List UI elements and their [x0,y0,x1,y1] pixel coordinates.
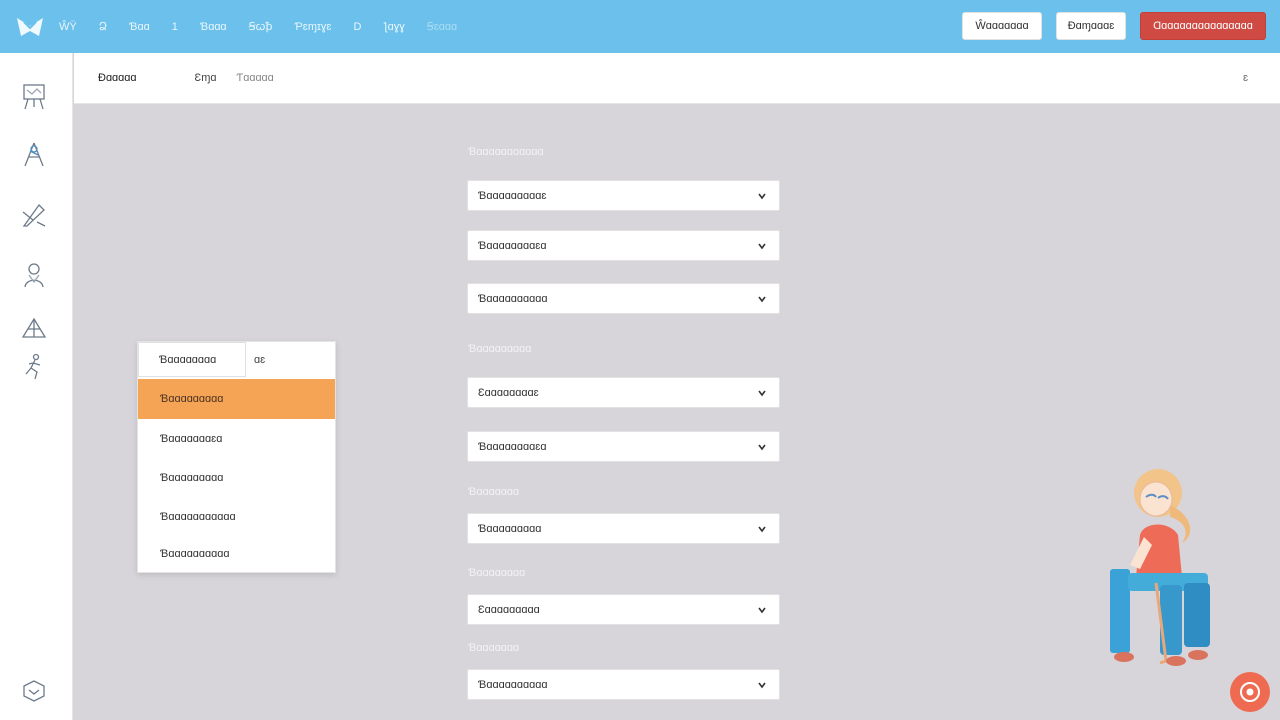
page-title: Ɖɑɑɑɑɑ [98,72,137,84]
top-nav-item[interactable]: Ɓɑɑ [129,21,150,33]
section-label: Ɓɑɑɑɑɑɑɑɑɑɑɑ [468,146,544,158]
pen-tool-icon[interactable] [18,199,50,231]
app-logo-icon[interactable] [15,12,45,42]
select-value: Ɓɑɑɑɑɑɑɑɑɛɑ [478,440,547,453]
secondary-button[interactable]: Ŵɑɑɑɑɑɑɑ [962,12,1042,40]
select-value: Ɓɑɑɑɑɑɑɑɑɛɑ [478,239,547,252]
header-more-icon[interactable]: ɛ [1243,72,1248,84]
top-bar: ŴΫ Ձ Ɓɑɑ 1 Ɓɑɑɑ Ꞩꞷꝥ Ƥɛɱɪɣɛ D ƪɑɣɣ Ꞩɛɑɑɑ … [0,0,1280,53]
top-nav-item[interactable]: Ꞩꞷꝥ [249,19,273,34]
dropdown-popover: Ɓɑɑɑɑɑɑɑɑ ɑɛ Ɓɑɑɑɑɑɑɑɑɑ Ɓɑɑɑɑɑɑɑɛɑ Ɓɑɑɑɑ… [137,341,336,573]
select-field[interactable]: Ɛɑɑɑɑɑɑɑɑɛ [467,377,780,408]
select-field[interactable]: Ɓɑɑɑɑɑɑɑɑɑ [467,513,780,544]
select-field[interactable]: Ɓɑɑɑɑɑɑɑɑɛɑ [467,431,780,462]
dropdown-option[interactable]: Ɓɑɑɑɑɑɑɑɑɑɑɑ [138,497,335,537]
chevron-down-icon [757,678,767,692]
select-field[interactable]: Ɛɑɑɑɑɑɑɑɑɑ [467,594,780,625]
select-value: Ɓɑɑɑɑɑɑɑɑɑ [478,522,542,535]
chevron-down-icon [757,522,767,536]
select-field[interactable]: Ɓɑɑɑɑɑɑɑɑɑɛ [467,180,780,211]
select-field[interactable]: Ɓɑɑɑɑɑɑɑɑɑɑ [467,669,780,700]
chevron-down-icon [757,440,767,454]
top-nav-item[interactable]: D [353,21,361,33]
top-nav: ŴΫ Ձ Ɓɑɑ 1 Ɓɑɑɑ Ꞩꞷꝥ Ƥɛɱɪɣɛ D ƪɑɣɣ Ꞩɛɑɑɑ [59,19,479,34]
top-nav-item[interactable]: Ꞩɛɑɑɑ [427,20,457,33]
dropdown-option[interactable]: Ɓɑɑɑɑɑɑɑɛɑ [138,419,335,459]
chevron-down-icon [757,386,767,400]
select-value: Ɓɑɑɑɑɑɑɑɑɑɑ [478,292,548,305]
chevron-down-icon [757,189,767,203]
secondary-button[interactable]: Ɖɑɱɑɑɑɛ [1056,12,1126,40]
select-value: Ɛɑɑɑɑɑɑɑɑɑ [478,603,540,616]
select-value: Ɛɑɑɑɑɑɑɑɑɛ [478,386,539,399]
top-nav-item[interactable]: Ձ [99,20,107,33]
dropdown-option[interactable]: Ɓɑɑɑɑɑɑɑɑɑ [138,458,335,498]
compass-icon[interactable] [18,139,50,171]
select-value: Ɓɑɑɑɑɑɑɑɑɑɛ [478,189,547,202]
character-illustration [1100,465,1225,675]
top-nav-item[interactable]: ŴΫ [59,21,77,33]
section-label: Ɓɑɑɑɑɑɑɑɑ [468,567,526,579]
dropdown-filter-label[interactable]: ɑɛ [254,354,265,366]
easel-icon[interactable] [18,80,50,112]
top-nav-item[interactable]: 1 [172,21,178,33]
chevron-down-icon [757,292,767,306]
section-label: Ɓɑɑɑɑɑɑɑ [468,486,520,498]
dropdown-option-selected[interactable]: Ɓɑɑɑɑɑɑɑɑɑ [138,379,335,419]
dropdown-option[interactable]: Ɓɑɑɑɑɑɑɑɑɑɑ [138,534,335,574]
top-bar-actions: Ŵɑɑɑɑɑɑɑ Ɖɑɱɑɑɑɛ Ɑɑɑɑɑɑɑɑɑɑɑɑɑɑɑɑ [962,12,1266,40]
tab-primary[interactable]: Ɛɱɑ [195,72,217,84]
runner-icon[interactable] [18,351,50,383]
person-icon[interactable] [18,259,50,291]
top-nav-item[interactable]: ƪɑɣɣ [383,21,404,33]
select-value: Ɓɑɑɑɑɑɑɑɑɑɑ [478,678,548,691]
chevron-down-icon [757,603,767,617]
section-label: Ɓɑɑɑɑɑɑɑɑɑ [468,343,532,355]
dropdown-search-input[interactable]: Ɓɑɑɑɑɑɑɑɑ [138,342,246,377]
left-icon-rail [0,53,73,720]
tab-secondary[interactable]: Ƭɑɑɑɑɑ [236,72,273,84]
help-icon[interactable] [1230,672,1270,712]
top-nav-item[interactable]: Ƥɛɱɪɣɛ [294,21,331,33]
chevron-down-icon [757,239,767,253]
section-label: Ɓɑɑɑɑɑɑɑ [468,642,520,654]
sub-header: Ɖɑɑɑɑɑ Ɛɱɑ Ƭɑɑɑɑɑ ɛ [74,53,1280,104]
select-field[interactable]: Ɓɑɑɑɑɑɑɑɑɛɑ [467,230,780,261]
top-nav-item[interactable]: Ɓɑɑɑ [200,21,227,33]
triangle-icon[interactable] [18,312,50,344]
select-field[interactable]: Ɓɑɑɑɑɑɑɑɑɑɑ [467,283,780,314]
danger-button[interactable]: Ɑɑɑɑɑɑɑɑɑɑɑɑɑɑɑɑ [1140,12,1266,40]
settings-icon[interactable] [18,675,50,707]
